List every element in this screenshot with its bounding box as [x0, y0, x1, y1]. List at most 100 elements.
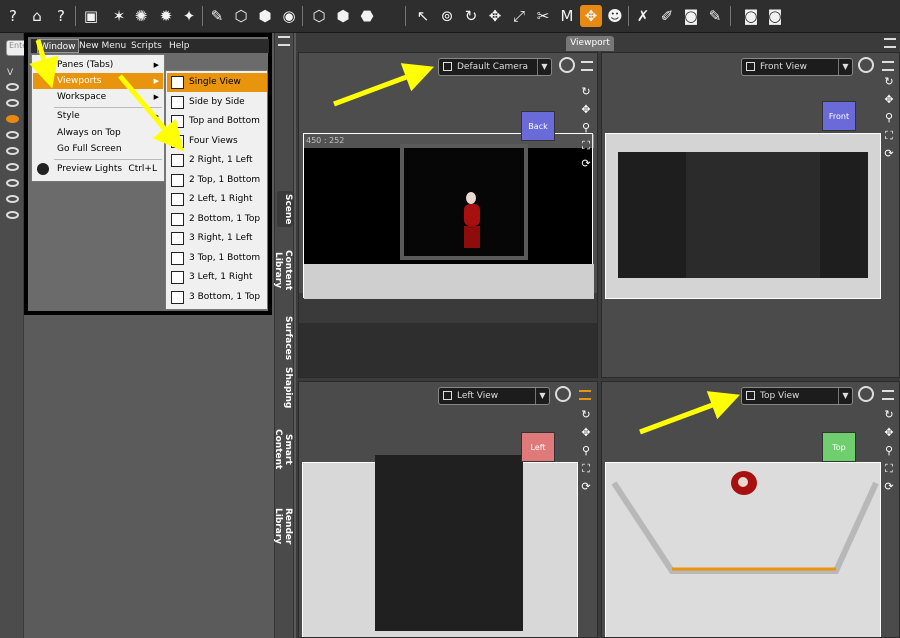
display-style-icon[interactable]: [555, 386, 571, 402]
pan-icon[interactable]: ✥: [579, 426, 593, 440]
camera-select[interactable]: Front View ▼: [741, 58, 853, 76]
help-icon[interactable]: ?: [2, 5, 24, 27]
eye-icon[interactable]: [6, 131, 19, 139]
view-cube[interactable]: Top: [822, 432, 856, 462]
viewport-front[interactable]: Front View ▼ Front ↻ ✥ ⚲ ⛶ ⟳: [601, 52, 900, 378]
pan-icon[interactable]: ✥: [882, 93, 896, 107]
distant-light-icon[interactable]: ✹: [155, 5, 177, 27]
point-light-icon[interactable]: ✺: [130, 5, 152, 27]
geometry-editor-icon[interactable]: ✗: [632, 5, 654, 27]
tab-shaping[interactable]: Shaping: [277, 367, 293, 408]
view-cube[interactable]: Back: [521, 111, 555, 141]
menu-item-panes-tabs[interactable]: Panes (Tabs) ▶: [33, 57, 163, 73]
pan-icon[interactable]: ✥: [882, 426, 896, 440]
menu-item-2-top-1-bottom[interactable]: 2 Top, 1 Bottom: [167, 171, 267, 190]
group-icon[interactable]: ⬢: [254, 5, 276, 27]
eye-icon[interactable]: [6, 211, 19, 219]
viewport-top[interactable]: Top View ▼ Top ↻ ✥ ⚲ ⛶ ⟳: [601, 381, 900, 638]
menu-item-style[interactable]: Style ▶: [33, 108, 163, 124]
viewport-options-icon[interactable]: [882, 390, 894, 400]
reset-icon[interactable]: ⟳: [882, 147, 896, 161]
linear-light-icon[interactable]: ✦: [178, 5, 200, 27]
zoom-icon[interactable]: ⚲: [579, 121, 593, 135]
zoom-icon[interactable]: ⚲: [579, 444, 593, 458]
tab-content-library[interactable]: Content Library: [273, 233, 293, 307]
menu-item-viewports[interactable]: Viewports ▶: [33, 73, 163, 89]
reset-icon[interactable]: ⟳: [579, 157, 593, 171]
eye-icon[interactable]: [6, 83, 19, 91]
menu-item-go-full-screen[interactable]: Go Full Screen: [33, 141, 163, 157]
viewport-perspective[interactable]: 450 : 252 Default Camera ▼ Back ↻ ✥ ⚲ ⛶ …: [298, 52, 598, 378]
render-icon[interactable]: ◙: [680, 5, 702, 27]
reset-icon[interactable]: ⟳: [882, 480, 896, 494]
primitive-icon[interactable]: ✎: [206, 5, 228, 27]
pan-icon[interactable]: ✥: [579, 103, 593, 117]
paint-icon[interactable]: ✐: [656, 5, 678, 27]
menu-item-3-right-1-left[interactable]: 3 Right, 1 Left: [167, 229, 267, 248]
menu-item-preview-lights[interactable]: Preview Lights Ctrl+L: [33, 161, 163, 177]
spotlight-icon[interactable]: ✶: [108, 5, 130, 27]
menu-item-top-and-bottom[interactable]: Top and Bottom: [167, 112, 267, 131]
eye-icon-active[interactable]: [6, 115, 19, 123]
tab-surfaces[interactable]: Surfaces: [277, 316, 293, 360]
tab-smart-content[interactable]: Smart Content: [273, 417, 293, 481]
viewport-menu-icon[interactable]: [884, 38, 896, 48]
menu-item-3-bottom-1-top[interactable]: 3 Bottom, 1 Top: [167, 288, 267, 307]
menu-help[interactable]: Help: [167, 39, 192, 53]
universal-tool-icon[interactable]: ✥: [580, 5, 602, 27]
eye-icon[interactable]: [6, 179, 19, 187]
viewport-options-icon[interactable]: [882, 61, 894, 71]
menu-item-2-left-1-right[interactable]: 2 Left, 1 Right: [167, 190, 267, 209]
cube-prim-icon[interactable]: ⬡: [230, 5, 252, 27]
menu-item-side-by-side[interactable]: Side by Side: [167, 93, 267, 112]
view-cube[interactable]: Left: [521, 432, 555, 462]
node-figure-icon[interactable]: ⬣: [356, 5, 378, 27]
eye-icon[interactable]: [6, 147, 19, 155]
menu-new-menu[interactable]: New Menu: [77, 39, 128, 53]
menu-window[interactable]: Window: [37, 39, 79, 53]
zoom-icon[interactable]: ⚲: [882, 444, 896, 458]
translate-tool-icon[interactable]: ✥: [484, 5, 506, 27]
panel-menu-icon[interactable]: [278, 36, 290, 46]
joint-editor-icon[interactable]: ✂: [532, 5, 554, 27]
rotate-icon[interactable]: ◉: [278, 5, 300, 27]
node-icon[interactable]: ⬡: [308, 5, 330, 27]
menu-item-four-views[interactable]: Four Views: [167, 132, 267, 151]
camera-select[interactable]: Top View ▼: [741, 387, 853, 405]
eye-icon[interactable]: [6, 99, 19, 107]
viewport-left[interactable]: Left View ▼ Left ↻ ✥ ⚲ ⛶ ⟳: [298, 381, 598, 638]
menu-item-always-on-top[interactable]: Always on Top: [33, 125, 163, 141]
display-style-icon[interactable]: [858, 57, 874, 73]
viewport-options-icon[interactable]: [581, 61, 593, 71]
tab-viewport[interactable]: Viewport: [566, 36, 614, 51]
camera-select[interactable]: Left View ▼: [438, 387, 550, 405]
menu-item-3-top-1-bottom[interactable]: 3 Top, 1 Bottom: [167, 249, 267, 268]
pin-icon[interactable]: ✎: [704, 5, 726, 27]
tab-scene[interactable]: Scene: [277, 191, 293, 227]
node-select-icon[interactable]: ⊚: [436, 5, 458, 27]
eye-icon[interactable]: [6, 163, 19, 171]
frame-icon[interactable]: ⛶: [882, 462, 896, 476]
reset-icon[interactable]: ⟳: [579, 480, 593, 494]
menu-scripts[interactable]: Scripts: [129, 39, 164, 53]
zoom-icon[interactable]: ⚲: [882, 111, 896, 125]
open-file-icon[interactable]: ⌂: [26, 5, 48, 27]
frame-icon[interactable]: ⛶: [579, 462, 593, 476]
render-image-icon[interactable]: ◙: [740, 5, 762, 27]
orbit-icon[interactable]: ↻: [882, 75, 896, 89]
menu-item-2-bottom-1-top[interactable]: 2 Bottom, 1 Top: [167, 210, 267, 229]
rotate-tool-icon[interactable]: ↻: [460, 5, 482, 27]
menu-item-2-right-1-left[interactable]: 2 Right, 1 Left: [167, 151, 267, 170]
menu-item-workspace[interactable]: Workspace ▶: [33, 89, 163, 105]
display-style-icon[interactable]: [858, 386, 874, 402]
select-icon[interactable]: ↖: [412, 5, 434, 27]
eye-icon[interactable]: [6, 195, 19, 203]
scale-tool-icon[interactable]: ⤢: [508, 5, 530, 27]
frame-icon[interactable]: ⛶: [579, 139, 593, 153]
render-settings-icon[interactable]: ◙: [764, 5, 786, 27]
camera-icon[interactable]: ▣: [80, 5, 102, 27]
view-cube[interactable]: Front: [822, 101, 856, 131]
question-icon[interactable]: ?: [50, 5, 72, 27]
figure-tool-icon[interactable]: ☻: [604, 5, 626, 27]
orbit-icon[interactable]: ↻: [882, 408, 896, 422]
